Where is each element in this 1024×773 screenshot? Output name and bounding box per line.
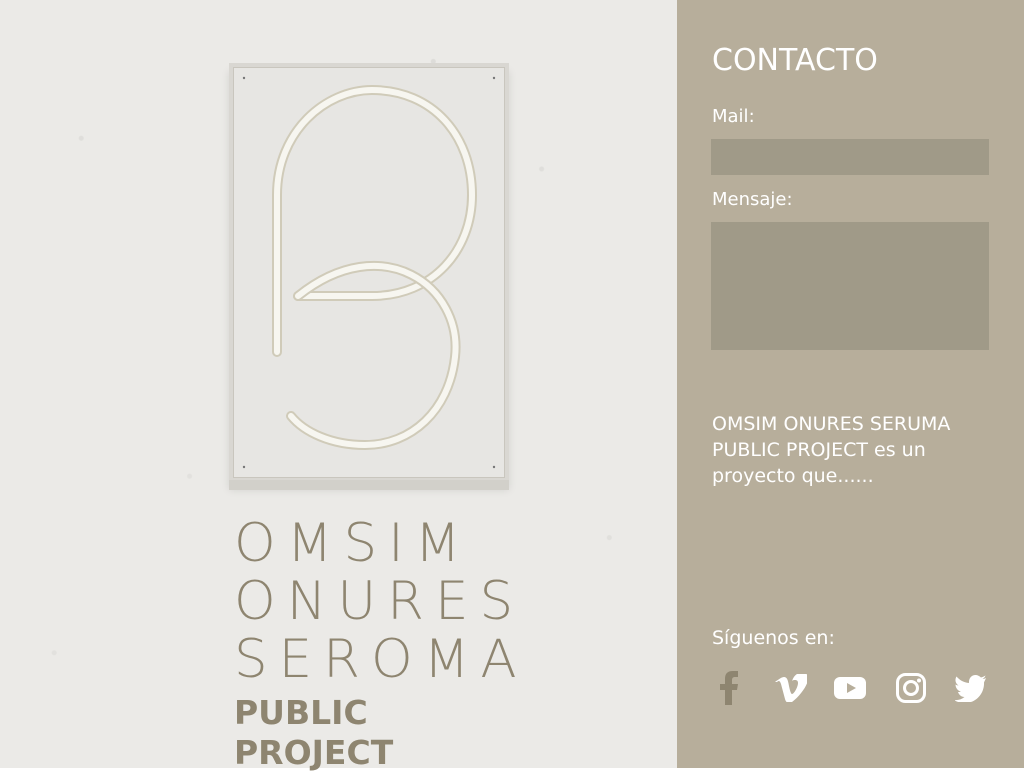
twitter-link[interactable] (951, 668, 991, 708)
ps-monogram-icon (242, 76, 496, 469)
youtube-icon (834, 677, 866, 699)
contact-title: CONTACTO (712, 43, 878, 78)
brand-line-onures: ONURES (234, 571, 525, 633)
brand-panel: OMSIM ONURES SEROMA PUBLIC PROJECT (0, 0, 677, 772)
youtube-link[interactable] (830, 668, 870, 708)
facebook-link[interactable] (709, 668, 749, 708)
logo-card (229, 63, 509, 490)
instagram-icon (895, 673, 926, 703)
vimeo-link[interactable] (770, 668, 810, 708)
brand-line-seroma: SEROMA (234, 629, 528, 691)
twitter-icon (955, 675, 986, 702)
contact-sidebar: CONTACTO Mail: Mensaje: OMSIM ONURES SER… (677, 0, 1024, 768)
brand-subtitle: PUBLIC PROJECT (234, 693, 394, 773)
facebook-icon (720, 671, 738, 705)
vimeo-icon (774, 674, 807, 702)
mail-input[interactable] (711, 139, 989, 175)
instagram-link[interactable] (891, 668, 931, 708)
message-textarea[interactable] (711, 222, 989, 350)
project-brand: OMSIM ONURES SEROMA PUBLIC PROJECT (234, 513, 528, 773)
brand-line-omsim: OMSIM (234, 513, 472, 575)
project-description: OMSIM ONURES SERUMA PUBLIC PROJECT es un… (712, 413, 951, 487)
follow-label: Síguenos en: (712, 627, 835, 649)
social-links (709, 665, 991, 711)
mail-label: Mail: (712, 106, 755, 127)
message-label: Mensaje: (712, 189, 793, 210)
